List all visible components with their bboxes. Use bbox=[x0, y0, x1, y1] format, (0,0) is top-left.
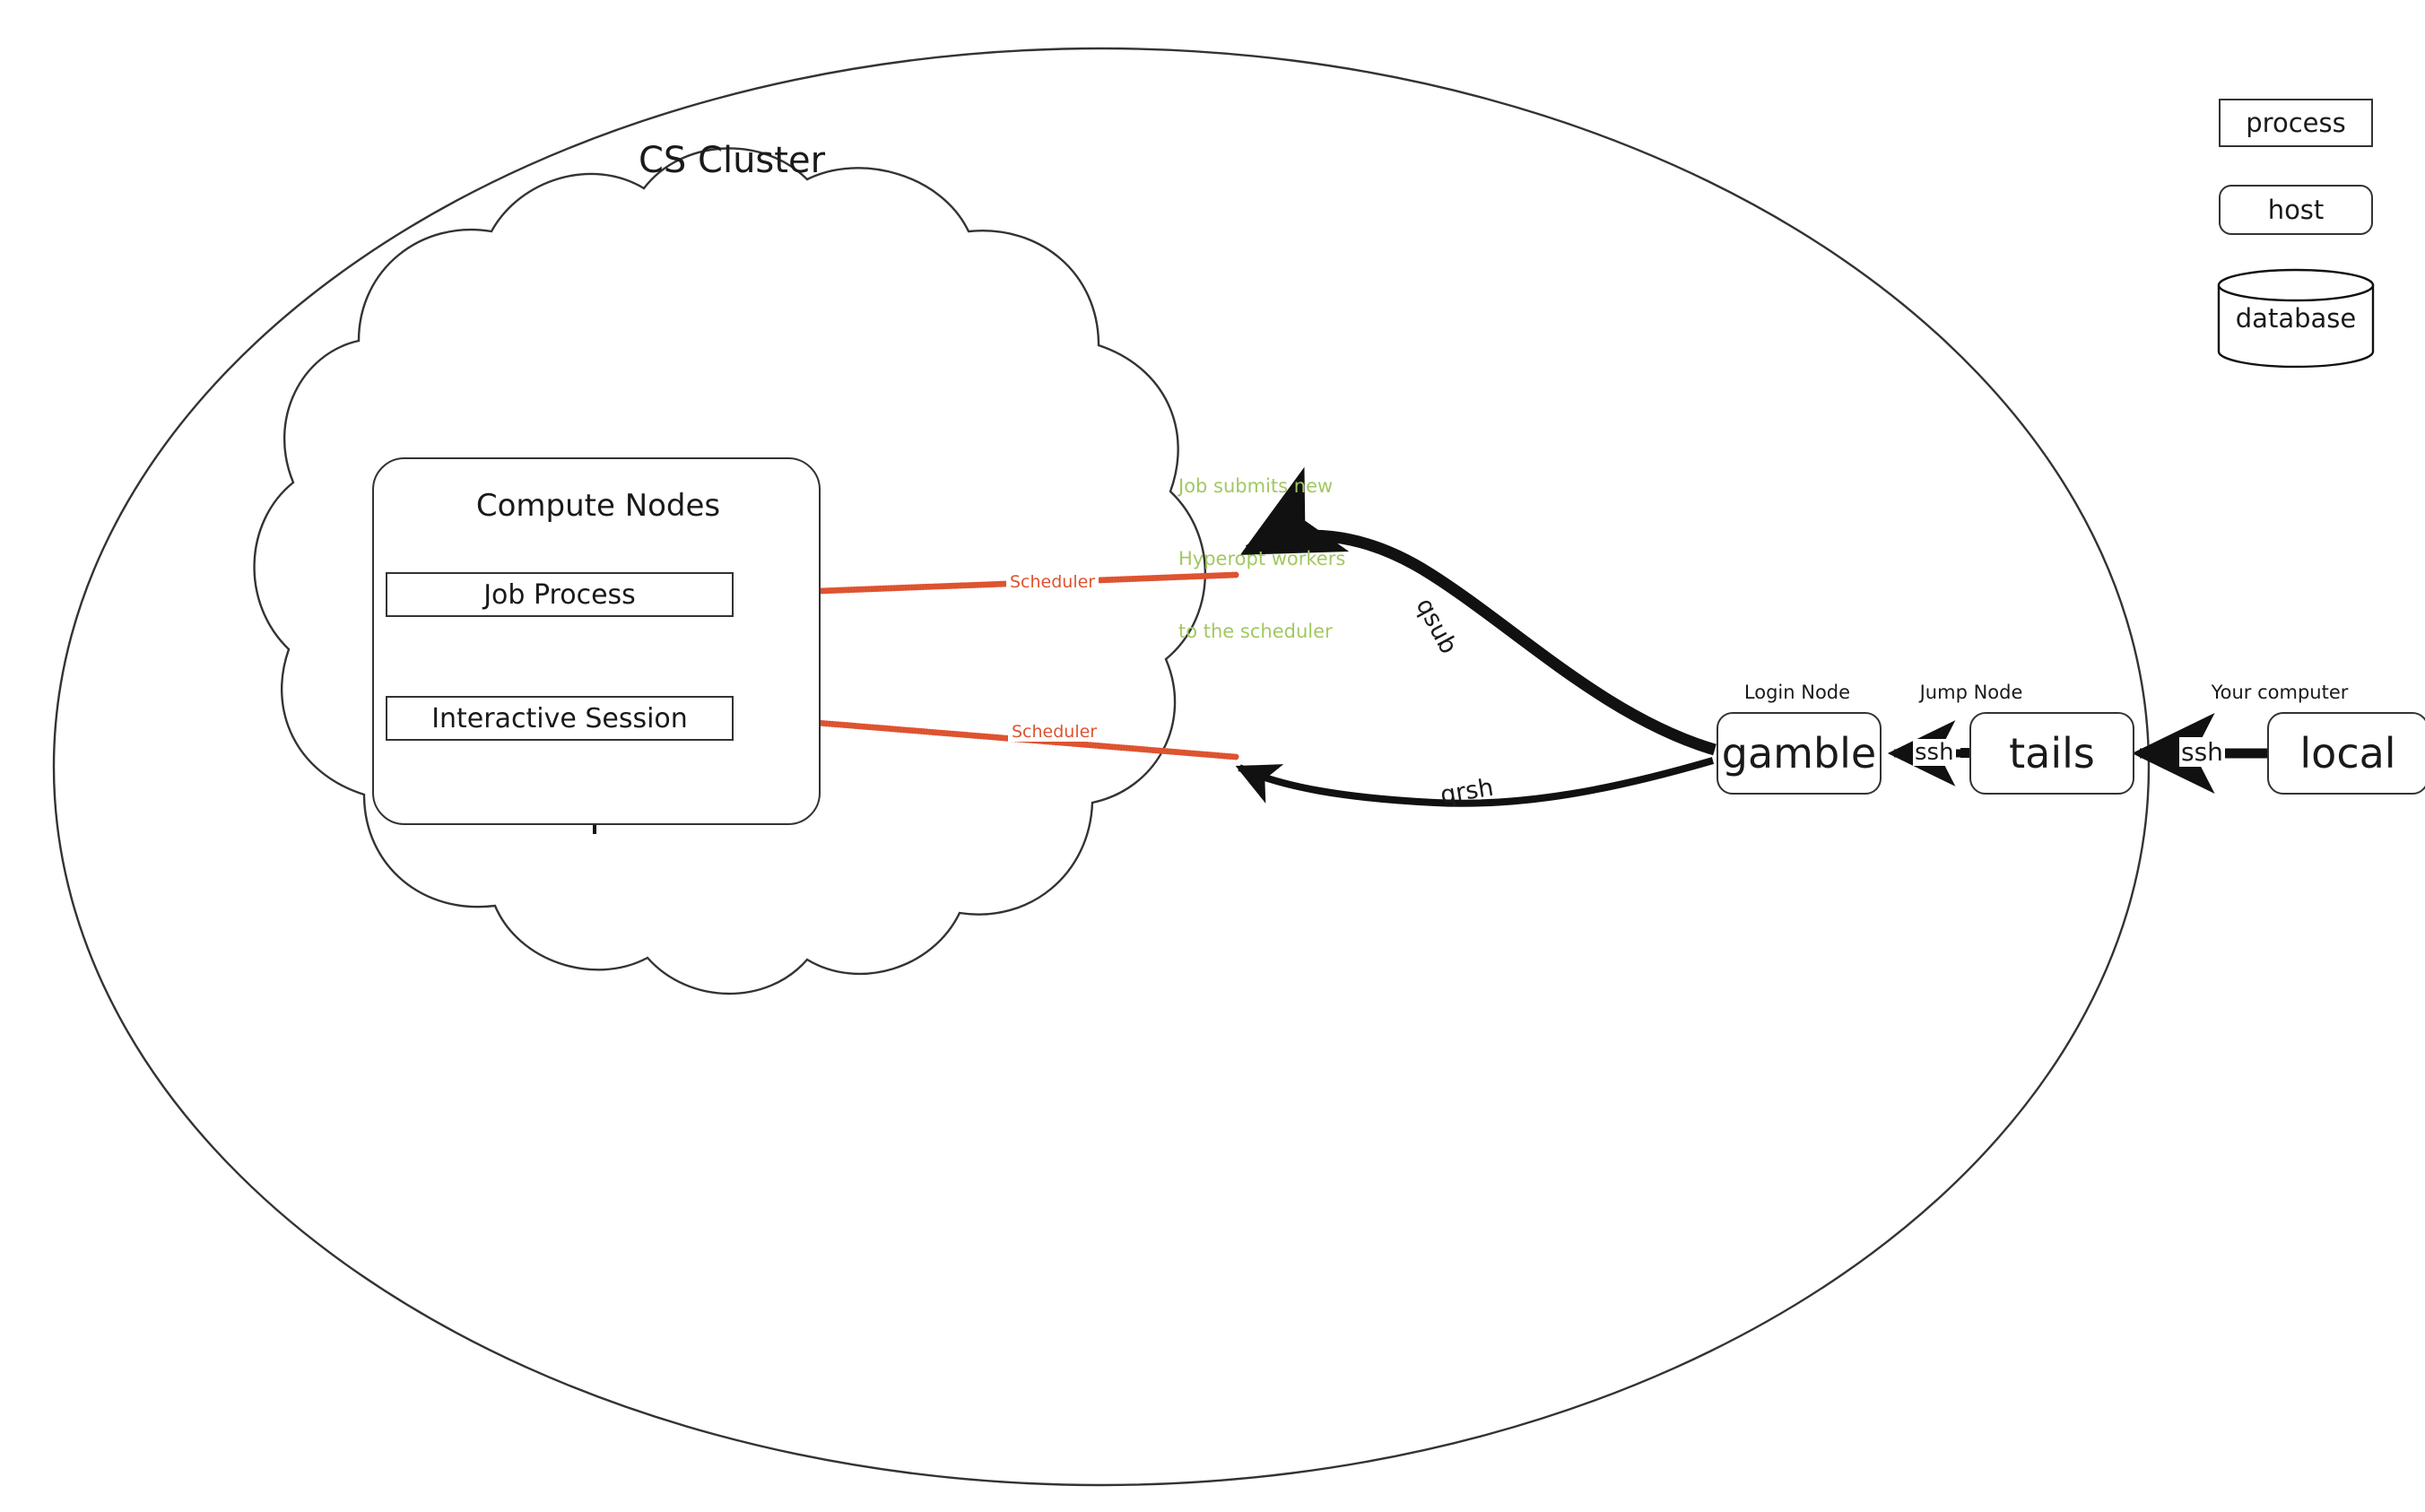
ssh-tails-gamble-label: ssh bbox=[1913, 739, 1956, 766]
hyperopt-note-line-2: Hyperopt workers bbox=[1178, 548, 1346, 569]
compute-nodes-label: Compute Nodes bbox=[475, 488, 721, 524]
job-process-box[interactable]: Job Process bbox=[386, 572, 734, 617]
legend-process-item: process bbox=[2219, 99, 2373, 147]
diagram-canvas: CS Cluster Compute Nodes Job Process Int… bbox=[0, 0, 2425, 1512]
local-label: local bbox=[2299, 729, 2396, 778]
legend-host-label: host bbox=[2267, 195, 2325, 225]
hyperopt-note-line-3: to the scheduler bbox=[1178, 621, 1333, 642]
interactive-session-box[interactable]: Interactive Session bbox=[386, 696, 734, 741]
ssh-local-tails-label: ssh bbox=[2179, 737, 2225, 767]
legend-host-item: host bbox=[2219, 185, 2373, 235]
gamble-host-box[interactable]: gamble bbox=[1717, 712, 1882, 795]
scheduler-label-interactive: Scheduler bbox=[1008, 722, 1101, 742]
hyperopt-note: Job submits new Hyperopt workers to the … bbox=[1178, 426, 1345, 692]
legend-database-item: database bbox=[2219, 270, 2373, 367]
hyperopt-note-line-1: Job submits new bbox=[1178, 475, 1334, 497]
gamble-caption: Login Node bbox=[1743, 682, 1851, 703]
compute-nodes-group: Compute Nodes bbox=[372, 457, 821, 825]
local-host-box[interactable]: local bbox=[2267, 712, 2425, 795]
cs-cluster-title: CS Cluster bbox=[639, 140, 826, 181]
interactive-session-label: Interactive Session bbox=[431, 702, 688, 734]
job-process-label: Job Process bbox=[483, 578, 636, 611]
tails-host-box[interactable]: tails bbox=[1969, 712, 2134, 795]
tails-label: tails bbox=[2009, 729, 2095, 778]
gamble-label: gamble bbox=[1721, 729, 1877, 778]
tails-caption: Jump Node bbox=[1919, 682, 2023, 703]
legend-database-label: database bbox=[2235, 303, 2357, 334]
scheduler-label-job: Scheduler bbox=[1006, 572, 1100, 592]
legend-process-label: process bbox=[2246, 108, 2346, 138]
local-caption: Your computer bbox=[2211, 682, 2349, 703]
